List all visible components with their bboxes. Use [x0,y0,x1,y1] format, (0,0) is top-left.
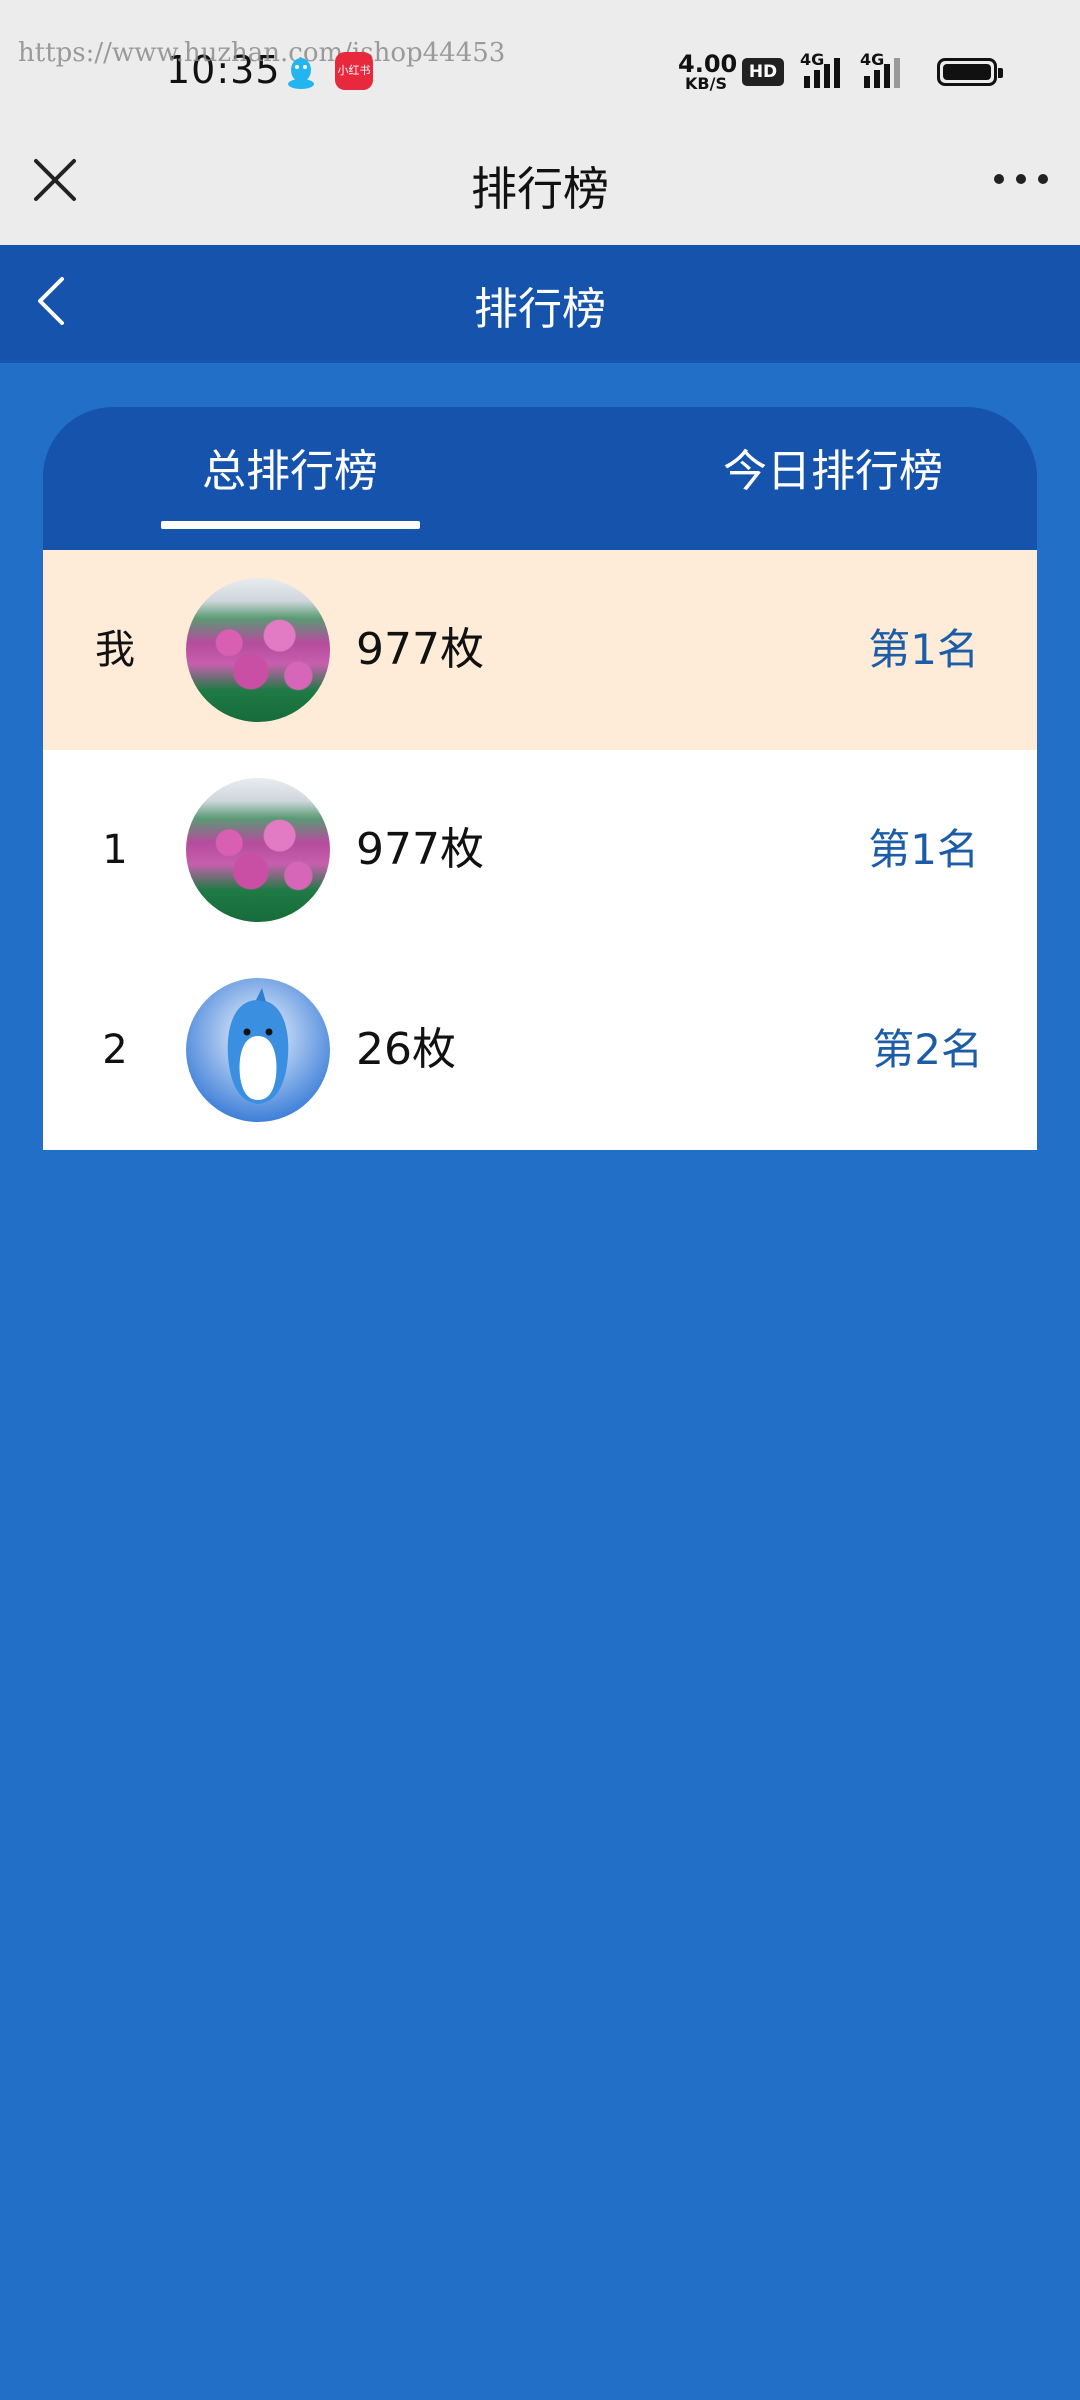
xiaohongshu-notification-icon: 小红书 [335,52,373,90]
score-count: 977枚 [356,624,484,675]
leaderboard-card: 总排行榜 今日排行榜 我 977枚 第1名 1 977枚 第1名 2 26枚 第… [43,407,1037,1150]
list-item[interactable]: 1 977枚 第1名 [43,750,1037,950]
avatar [186,578,330,722]
rank-label: 我 [95,627,135,673]
rank-label: 2 [102,1027,128,1073]
list-item[interactable]: 2 26枚 第2名 [43,950,1037,1150]
active-tab-indicator [161,521,420,529]
network-speed: 4.00 KB/S [678,50,738,93]
hd-voice-icon: HD [742,58,784,86]
tab-today-ranking-label: 今日排行榜 [723,446,943,497]
more-options-icon[interactable] [990,145,1052,213]
tab-today-ranking[interactable]: 今日排行榜 [663,407,1003,550]
rank-label: 1 [102,827,128,873]
leaderboard-tabs: 总排行榜 今日排行榜 [43,407,1037,550]
signal-label: 4G [800,50,825,69]
ranking-list: 我 977枚 第1名 1 977枚 第1名 2 26枚 第2名 [43,550,1037,1150]
wechat-title-bar: 排行榜 [0,125,1080,245]
score-count: 977枚 [356,824,484,875]
page-title: 排行榜 [474,284,606,335]
tab-total-ranking-label: 总排行榜 [202,446,378,497]
my-rank-row[interactable]: 我 977枚 第1名 [43,550,1037,750]
wechat-page-title: 排行榜 [471,162,609,216]
signal-icon: 4G [860,50,912,90]
qq-notification-icon [288,58,314,89]
dolphin-avatar-icon [186,978,330,1122]
rank-place: 第1名 [868,625,979,674]
signal-label: 4G [860,50,885,69]
score-count: 26枚 [356,1024,456,1075]
signal-icon: 4G [800,50,852,90]
status-bar: 10:35 https://www.huzhan.com/ishop44453 … [0,0,1080,125]
rank-place: 第2名 [872,1025,983,1074]
avatar [186,778,330,922]
battery-icon [937,58,1003,86]
rank-place: 第1名 [868,825,979,874]
network-speed-unit: KB/S [685,74,727,93]
watermark-text: https://www.huzhan.com/ishop44453 [18,38,506,68]
app-header: 排行榜 [0,245,1080,363]
network-speed-value: 4.00 [678,50,738,78]
